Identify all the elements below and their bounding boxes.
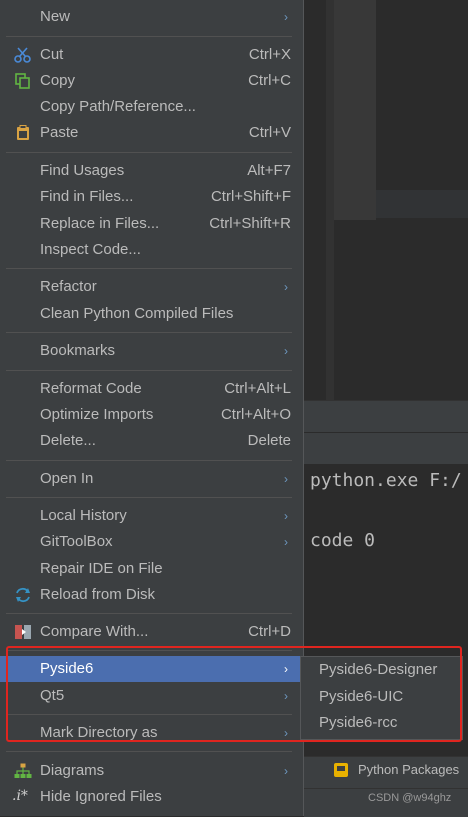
scissors-icon [14,47,31,63]
chevron-right-icon: › [284,280,288,294]
menu-item-copy[interactable]: Copy Ctrl+C [0,68,303,94]
menu-item-optimize-imports[interactable]: Optimize Imports Ctrl+Alt+O [0,402,303,428]
menu-item-label: Bookmarks [40,342,116,359]
menu-item-label: Paste [40,124,79,141]
editor-gutter [326,0,334,400]
menu-item-label: Reload from Disk [40,586,156,603]
menu-item-label: Reformat Code [40,380,142,397]
menu-separator [6,152,292,153]
menu-item-label: New [40,8,71,25]
chevron-right-icon: › [284,10,288,24]
menu-item-hide-ignored[interactable]: .i* Hide Ignored Files [0,784,303,810]
menu-item-local-history[interactable]: Local History › [0,503,303,529]
menu-item-reformat-code[interactable]: Reformat Code Ctrl+Alt+L [0,376,303,402]
menu-item-refactor[interactable]: Refactor › [0,274,303,300]
menu-item-shortcut: Alt+F7 [247,162,291,179]
python-packages-tab[interactable]: Python Packages [358,762,459,777]
menu-item-inspect-code[interactable]: Inspect Code... [0,237,303,263]
menu-item-repair-ide[interactable]: Repair IDE on File [0,556,303,582]
menu-item-shortcut: Ctrl+D [248,623,291,640]
menu-item-shortcut: Delete [247,432,291,449]
menu-item-label: Find Usages [40,162,125,179]
menu-item-reload-from-disk[interactable]: Reload from Disk [0,582,303,608]
editor-current-line [376,190,468,218]
menu-item-label: Copy Path/Reference... [40,98,196,115]
console-line: code 0 [310,530,376,551]
menu-item-delete[interactable]: Delete... Delete [0,428,303,454]
menu-separator [6,370,292,371]
menu-item-label: Hide Ignored Files [40,788,162,805]
menu-item-shortcut: Ctrl+Alt+O [220,406,291,423]
menu-item-label: Optimize Imports [40,406,154,423]
menu-item-replace-in-files[interactable]: Replace in Files... Ctrl+Shift+R [0,211,303,237]
menu-separator [6,497,292,498]
menu-item-find-in-files[interactable]: Find in Files... Ctrl+Shift+F [0,184,303,210]
menu-item-label: Open In [40,470,94,487]
diagram-icon [14,763,32,778]
reload-icon [16,587,30,603]
menu-item-shortcut: Ctrl+X [248,46,291,63]
menu-item-label: Diagrams [40,762,105,779]
menu-item-paste[interactable]: Paste Ctrl+V [0,120,303,146]
menu-item-new[interactable]: New › [0,4,303,30]
menu-item-shortcut: Ctrl+Shift+R [209,215,291,232]
menu-item-label: Local History [40,507,127,524]
chevron-right-icon: › [284,472,288,486]
menu-item-label: Cut [40,46,64,63]
menu-item-open-in[interactable]: Open In › [0,466,303,492]
menu-item-label: Find in Files... [40,188,134,205]
menu-separator [6,613,292,614]
run-tab-bar [304,432,468,465]
editor-indent-guide [334,0,376,220]
ignore-file-icon: .i* [12,788,28,804]
chevron-right-icon: › [284,344,288,358]
console-line: python.exe F:/ [310,470,462,491]
menu-item-label: Delete... [40,432,96,449]
menu-item-shortcut: Ctrl+C [248,72,291,89]
compare-icon [15,625,31,639]
menu-item-label: Replace in Files... [40,215,160,232]
menu-item-compare-with[interactable]: Compare With... Ctrl+D [0,619,303,645]
menu-item-label: Compare With... [40,623,149,640]
menu-item-clean-python[interactable]: Clean Python Compiled Files [0,301,303,327]
tool-window-header [304,400,468,433]
menu-item-shortcut: Ctrl+Alt+L [224,380,291,397]
menu-item-label: Clean Python Compiled Files [40,305,234,322]
menu-item-find-usages[interactable]: Find Usages Alt+F7 [0,158,303,184]
menu-item-copy-path[interactable]: Copy Path/Reference... [0,94,303,120]
python-packages-icon [334,763,348,777]
menu-separator [6,460,292,461]
menu-item-shortcut: Ctrl+V [248,124,291,141]
annotation-highlight-box [6,646,462,742]
copy-icon [15,73,30,89]
menu-separator [6,36,292,37]
menu-item-shortcut: Ctrl+Shift+F [210,188,291,205]
chevron-right-icon: › [284,509,288,523]
chevron-right-icon: › [284,764,288,778]
menu-item-bookmarks[interactable]: Bookmarks › [0,338,303,364]
menu-item-label: Repair IDE on File [40,560,163,577]
menu-item-diagrams[interactable]: Diagrams › [0,758,303,784]
menu-item-gittoolbox[interactable]: GitToolBox › [0,529,303,555]
menu-item-cut[interactable]: Cut Ctrl+X [0,42,303,68]
menu-separator [6,751,292,752]
menu-item-label: Copy [40,72,76,89]
menu-separator [6,332,292,333]
menu-separator [6,268,292,269]
menu-item-label: Refactor [40,278,97,295]
menu-item-label: Inspect Code... [40,241,141,258]
menu-item-label: GitToolBox [40,533,113,550]
watermark: CSDN @w94ghz [368,792,452,804]
chevron-right-icon: › [284,535,288,549]
paste-icon [17,125,29,140]
